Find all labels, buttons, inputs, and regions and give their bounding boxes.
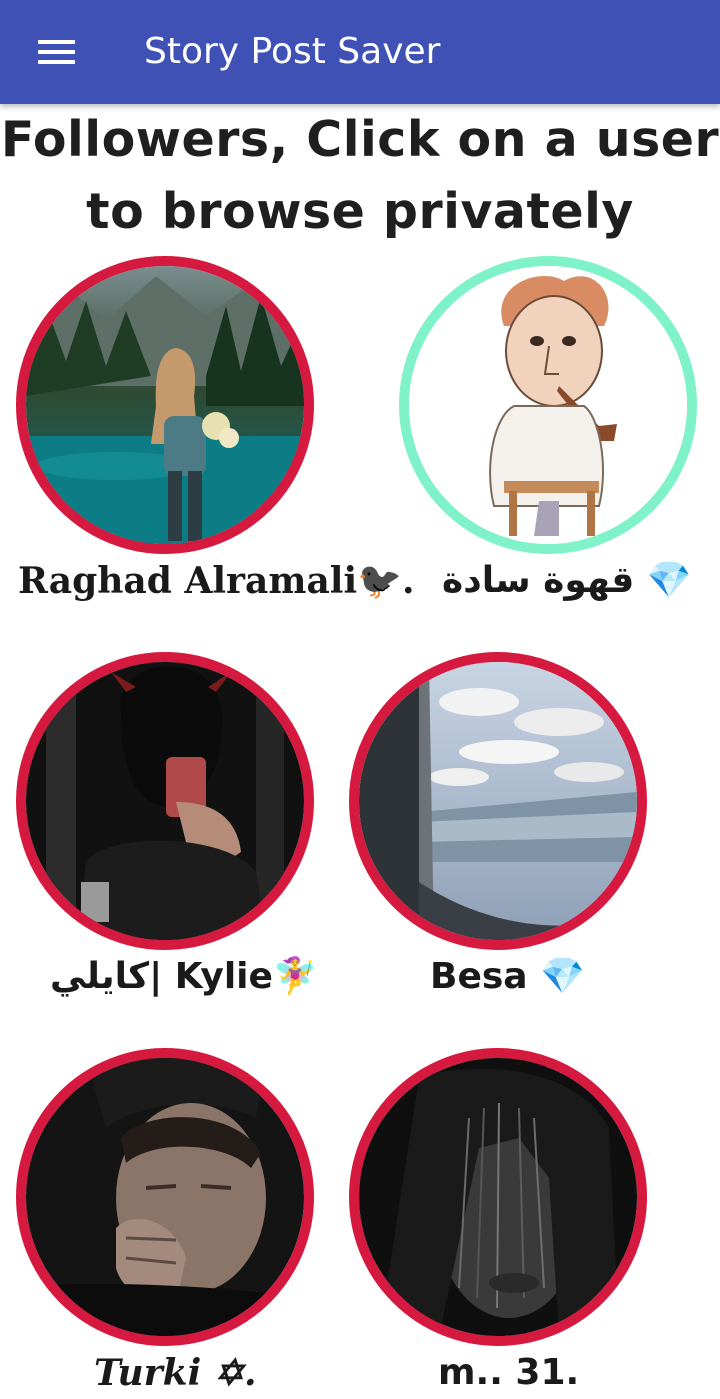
follower-name-4[interactable]: Besa 💎 [430, 952, 585, 1002]
follower-avatar-2[interactable] [399, 256, 697, 554]
follower-name-6[interactable]: m.. 31. [438, 1348, 579, 1398]
follower-name-2[interactable]: قهوة سادة 💎 [442, 556, 692, 606]
follower-avatar-5[interactable] [16, 1048, 314, 1346]
follower-name-5[interactable]: Turki ✡. [94, 1348, 256, 1398]
follower-avatar-3[interactable] [16, 652, 314, 950]
heading-line-2: to browse privately [86, 183, 634, 240]
page-heading: Followers, Click on a user to browse pri… [0, 104, 720, 248]
app-bar: Story Post Saver [0, 0, 720, 104]
hamburger-menu-icon[interactable] [22, 24, 90, 80]
heading-line-1: Followers, Click on a user [0, 111, 720, 168]
follower-avatar-1[interactable] [16, 256, 314, 554]
follower-name-3[interactable]: كايلي| Kylie🧚‍♀️ [50, 952, 318, 1002]
app-title: Story Post Saver [144, 31, 441, 72]
follower-avatar-6[interactable] [349, 1048, 647, 1346]
follower-avatar-4[interactable] [349, 652, 647, 950]
follower-name-1[interactable]: Raghad Alramali🐦‍⬛. [18, 556, 414, 606]
